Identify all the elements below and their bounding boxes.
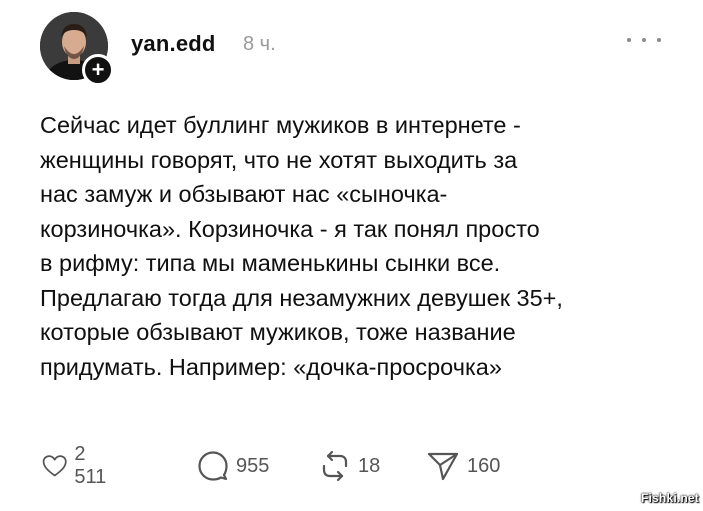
repost-icon [322, 450, 348, 482]
comment-icon [198, 451, 228, 481]
site-watermark: Fishki.net [640, 491, 699, 505]
share-button[interactable]: 160 [426, 448, 500, 484]
post-text-line: Предлагаю тогда для незамужних девушек 3… [40, 284, 563, 311]
post-text: Сейчас идет буллинг мужиков в интернете … [40, 108, 680, 384]
comment-button[interactable]: 955 [197, 448, 269, 484]
post-text-line: корзиночка». Корзиночка - я так понял пр… [40, 215, 540, 242]
post-timestamp: 8 ч. [243, 33, 276, 55]
ellipsis-icon[interactable] [627, 32, 661, 48]
author-username[interactable]: yan.edd [131, 31, 216, 57]
post-text-line: Сейчас идет буллинг мужиков в интернете … [40, 112, 521, 138]
send-icon [427, 452, 459, 481]
post-text-line: женщины говорят, что не хотят выходить з… [40, 146, 518, 173]
share-count: 160 [467, 454, 501, 477]
post-text-line: придумать. Например: «дочка-просрочка» [40, 353, 502, 380]
comment-count: 955 [236, 454, 270, 477]
repost-count: 18 [358, 454, 381, 477]
follow-button[interactable]: + [82, 54, 114, 86]
post-text-line: которые обзывают мужиков, тоже название [40, 319, 516, 345]
plus-icon: + [91, 57, 105, 82]
like-button[interactable]: 2 511 [42, 443, 113, 488]
post-text-line: нас замуж и обзывают нас «сыночка- [40, 181, 448, 207]
post-text-line: в рифму: типа мы маменькины сынки все. [40, 250, 501, 276]
repost-button[interactable]: 18 [319, 448, 380, 484]
heart-icon [42, 455, 67, 477]
like-count: 2 511 [74, 443, 107, 488]
thread-post: + yan.edd 8 ч. Сейчас идет буллинг мужик… [0, 0, 703, 511]
